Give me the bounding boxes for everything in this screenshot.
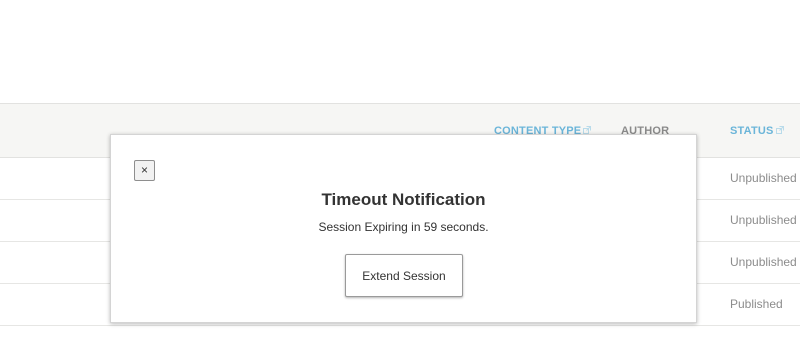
sort-icon [775,126,784,134]
dialog-message: Session Expiring in 59 seconds. [318,220,489,234]
column-header-label: STATUS [730,125,774,137]
status-cell: Published [730,297,783,311]
dialog-title: Timeout Notification [321,190,486,209]
close-button[interactable]: × [134,160,155,181]
column-header-status[interactable]: STATUS [730,125,784,137]
timeout-dialog: × Timeout Notification Session Expiring … [110,134,697,323]
sort-icon [583,126,592,134]
extend-session-button[interactable]: Extend Session [345,254,463,297]
status-cell: Unpublished [730,171,797,185]
status-cell: Unpublished [730,255,797,269]
status-cell: Unpublished [730,213,797,227]
